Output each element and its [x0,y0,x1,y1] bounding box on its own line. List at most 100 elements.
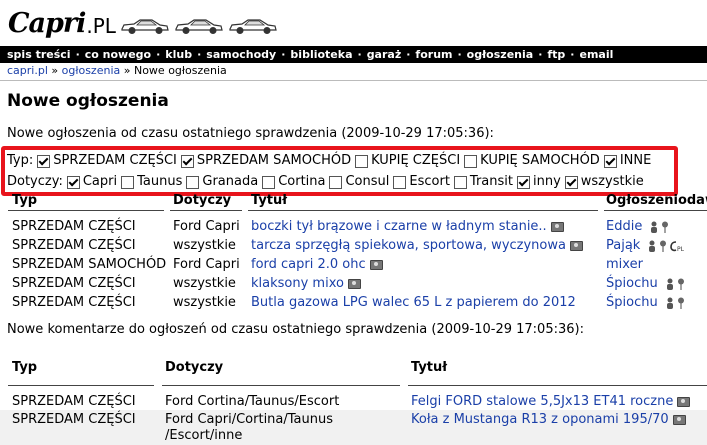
ad-author-cell: Eddie [606,218,669,236]
ad-title-cell: klaksony mixo [251,275,361,293]
ad-author-link[interactable]: Eddie [606,219,642,234]
header-underline [408,385,707,386]
comment-title-cell: Koła z Mustanga R13 z oponami 195/70 [411,411,686,429]
ad-title-link[interactable]: tarcza sprzęgłą spiekowa, sportowa, wycz… [251,238,566,253]
ad-title-link[interactable]: Butla gazowa LPG walec 65 L z papierem d… [251,295,576,310]
location-pin-icon[interactable] [659,240,667,252]
checkbox-kupie-czesci[interactable] [355,154,369,168]
new-ads-since-text: Nowe ogłoszenia od czasu ostatniego spra… [7,126,494,141]
comment-title-link[interactable]: Koła z Mustanga R13 z oponami 195/70 [411,412,669,427]
checkbox-kupie-samochod[interactable] [464,154,478,168]
checkbox-cortina[interactable] [262,175,276,189]
user-profile-icon[interactable] [650,221,658,233]
location-pin-icon[interactable] [661,221,669,233]
ad-type-cell: SPRZEDAM CZĘŚCI [12,295,136,310]
ad-concerns-cell: Ford Capri [173,219,240,234]
checkbox-granada[interactable] [186,175,200,189]
nav-item-co-nowego[interactable]: co nowego [85,48,151,61]
breadcrumb: capri.pl » ogłoszenia » Nowe ogłoszenia [7,64,227,78]
column-header-concerns: Dotyczy [165,360,224,375]
breadcrumb-section-link[interactable]: ogłoszenia [62,64,121,77]
ad-author-link[interactable]: Śpiochu [606,276,658,291]
user-profile-icon[interactable] [666,297,674,309]
ad-author-link[interactable]: Śpiochu [606,295,658,310]
checkbox-label: inny [532,174,561,189]
svg-text:PL: PL [677,246,684,252]
checkbox-label: Granada [202,174,259,189]
nav-item-forum[interactable]: forum [415,48,452,61]
site-logo[interactable]: Capri .PL [8,6,116,39]
checkbox-sprzedam-czesci[interactable] [37,154,51,168]
nav-item-samochody[interactable]: samochody [206,48,276,61]
ad-concerns-cell: Ford Capri [173,257,240,272]
breadcrumb-divider [0,80,707,81]
main-nav: spis treści · co nowego · klub · samochody · bib… [0,46,707,63]
photo-icon [677,396,691,407]
checkbox-label: Transit [469,174,513,189]
comment-type-cell: SPRZEDAM CZĘŚCI [12,412,136,427]
ad-title-cell: Butla gazowa LPG walec 65 L z papierem d… [251,294,576,312]
checkbox-inny[interactable] [516,175,530,189]
page-title: Nowe ogłoszenia [7,91,169,111]
column-header-type: Typ [12,360,38,375]
nav-separator: · [357,48,362,61]
checkbox-label: wszystkie [580,174,644,189]
ad-title-cell: ford capri 2.0 ohc [251,256,383,274]
user-profile-icon[interactable] [648,240,656,252]
comment-title-link[interactable]: Felgi FORD stalowe 5,5Jx13 ET41 roczne [411,394,673,409]
ad-concerns-cell: wszystkie [173,276,236,291]
photo-icon [347,278,361,289]
nav-item-klub[interactable]: klub [165,48,192,61]
nav-item-biblioteka[interactable]: biblioteka [290,48,352,61]
checkbox-label: Escort [409,174,450,189]
car-silhouette-icon [175,19,223,34]
checkbox-consul[interactable] [329,175,343,189]
ad-title-link[interactable]: ford capri 2.0 ohc [251,257,366,272]
nav-item-email[interactable]: email [579,48,613,61]
breadcrumb-separator: » [47,64,62,77]
type-filter-row: Typ: SPRZEDAM CZĘŚCI SPRZEDAM SAMOCHÓD K… [7,152,651,170]
nav-item-ftp[interactable]: ftp [547,48,565,61]
concerns-filter-row: Dotyczy: Capri Taunus Granada Cortina Co… [7,173,644,191]
checkbox-wszystkie[interactable] [564,175,578,189]
photo-icon [550,221,564,232]
ad-title-link[interactable]: boczki tył brązowe i czarne w ładnym sta… [251,219,547,234]
nav-item-spis[interactable]: spis treści [7,48,71,61]
nav-item-garaz[interactable]: garaż [367,48,402,61]
checkbox-taunus[interactable] [121,175,135,189]
ad-author-cell: Śpiochu [606,294,685,312]
ad-author-link[interactable]: Pająk [606,238,640,253]
ad-title-cell: boczki tył brązowe i czarne w ładnym sta… [251,218,564,236]
breadcrumb-home-link[interactable]: capri.pl [7,64,48,77]
ad-type-cell: SPRZEDAM SAMOCHÓD [12,257,167,272]
column-header-title: Tytuł [411,360,448,375]
header-underline [248,210,598,211]
photo-icon [672,414,686,425]
capri-pl-logo-icon: PL [670,240,684,252]
ad-author-cell: Pająk PL [606,237,684,255]
site-header: Capri .PL [0,0,707,44]
ad-type-cell: SPRZEDAM CZĘŚCI [12,238,136,253]
ad-title-link[interactable]: klaksony mixo [251,276,344,291]
user-profile-icon[interactable] [666,278,674,290]
ad-author-cell: mixer [606,256,643,274]
nav-item-ogloszenia[interactable]: ogłoszenia [467,48,534,61]
checkbox-label: Cortina [278,174,326,189]
car-silhouette-icon [121,19,169,34]
header-underline [8,210,164,211]
checkbox-capri[interactable] [66,175,80,189]
checkbox-inne[interactable] [603,154,617,168]
location-pin-icon[interactable] [677,278,685,290]
photo-icon [569,240,583,251]
checkbox-label: KUPIĘ CZĘŚCI [371,153,461,168]
breadcrumb-current: Nowe ogłoszenia [133,64,227,77]
checkbox-label: SPRZEDAM SAMOCHÓD [196,153,352,168]
location-pin-icon[interactable] [677,297,685,309]
nav-separator: · [457,48,462,61]
checkbox-transit[interactable] [453,175,467,189]
checkbox-sprzedam-samochod[interactable] [180,154,194,168]
ad-author-link[interactable]: mixer [606,257,643,272]
header-underline [170,210,242,211]
comment-title-cell: Felgi FORD stalowe 5,5Jx13 ET41 roczne [411,393,691,411]
checkbox-escort[interactable] [393,175,407,189]
